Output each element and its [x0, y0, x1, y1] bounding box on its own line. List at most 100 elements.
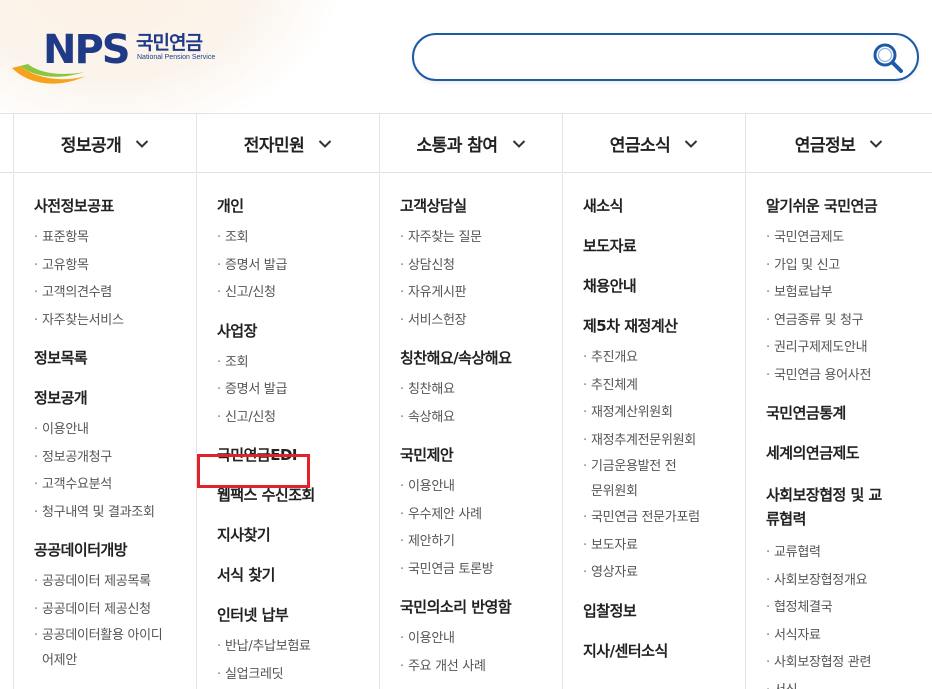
submenu-item[interactable]: 실업크레딧 [217, 661, 379, 689]
submenu-item[interactable]: 국민연금 전문가포럼 [583, 504, 745, 532]
submenu-item[interactable]: 우수제안 사례 [400, 501, 562, 529]
menu-group-title[interactable]: 사전정보공표 [34, 196, 196, 216]
menu-group-title[interactable]: 제5차 재정계산 [583, 316, 745, 336]
menu-group-title[interactable]: 서식 찾기 [217, 565, 379, 585]
menu-group-title[interactable]: 고객상담실 [400, 196, 562, 216]
submenu-item[interactable]: 국민연금 토론방 [400, 556, 562, 584]
submenu-item[interactable]: 추진체계 [583, 372, 745, 400]
submenu-item[interactable]: 연금종류 및 청구 [766, 307, 932, 335]
submenu-item[interactable]: 증명서 발급 [217, 376, 379, 404]
menu-group-title[interactable]: 칭찬해요/속상해요 [400, 348, 562, 368]
submenu-item[interactable]: 협정체결국 [766, 594, 932, 622]
site-header: NPS 국민연금 National Pension Service [0, 0, 932, 114]
submenu-item[interactable]: 사회보장협정개요 [766, 567, 932, 595]
submenu-item[interactable]: 공공데이터 제공목록 [34, 568, 196, 596]
menu-group-title[interactable]: 인터넷 납부 [217, 605, 379, 625]
submenu-item[interactable]: 이용안내 [400, 473, 562, 501]
menu-group-title[interactable]: 보도자료 [583, 236, 745, 256]
nav-item-pension-info[interactable]: 연금정보 [745, 114, 932, 173]
submenu-item[interactable]: 증명서 발급 [217, 252, 379, 280]
submenu-item[interactable]: 기금운용발전 전문위원회 [583, 454, 683, 504]
submenu-item[interactable]: 고객의견수렴 [34, 279, 196, 307]
submenu-item[interactable]: 사회보장협정 관련 [766, 649, 932, 677]
submenu-item[interactable]: 국민연금 용어사전 [766, 362, 932, 390]
menu-group-title[interactable]: 공공데이터개방 [34, 540, 196, 560]
submenu-list: 조회 증명서 발급 신고/신청 [217, 349, 379, 432]
menu-group-title[interactable]: 사업장 [217, 321, 379, 341]
submenu-item[interactable]: 반납/추납보험료 [217, 633, 379, 661]
submenu-item[interactable]: 자주찾는 질문 [400, 224, 562, 252]
chevron-down-icon [136, 139, 149, 148]
menu-group-title[interactable]: 알기쉬운 국민연금 [766, 196, 932, 216]
search-button[interactable] [871, 41, 905, 75]
submenu-item[interactable]: 이용안내 [400, 625, 562, 653]
submenu-item[interactable]: 속상해요 [400, 404, 562, 432]
submenu-item[interactable]: 국민연금제도 [766, 224, 932, 252]
menu-group-title[interactable]: 새소식 [583, 196, 745, 216]
submenu-item[interactable]: 보험료납부 [766, 279, 932, 307]
submenu-item[interactable]: 서식자료 [766, 622, 932, 650]
submenu-item[interactable]: 권리구제제도안내 [766, 334, 932, 362]
submenu-item[interactable]: 공공데이터활용 아이디어제안 [34, 623, 174, 673]
submenu-item[interactable]: 주요 개선 사례 [400, 653, 562, 681]
submenu-item-report-apply[interactable]: 신고/신청 [217, 279, 379, 307]
menu-group-title[interactable]: 웹팩스 수신조회 [217, 485, 379, 505]
submenu-item[interactable]: 재정추계전문위원회 [583, 427, 745, 455]
submenu-item[interactable]: 가입 및 신고 [766, 252, 932, 280]
menu-group-title[interactable]: 정보공개 [34, 388, 196, 408]
menu-group-title[interactable]: 국민제안 [400, 445, 562, 465]
submenu-item[interactable]: 서비스헌장 [400, 307, 562, 335]
submenu-item[interactable]: 정보공개청구 [34, 444, 196, 472]
menu-column-pension-info: 알기쉬운 국민연금 국민연금제도 가입 및 신고 보험료납부 연금종류 및 청구… [745, 174, 932, 689]
menu-group-title[interactable]: 국민의소리 반영함 [400, 597, 562, 617]
mega-menu: 사전정보공표 표준항목 고유항목 고객의견수렴 자주찾는서비스 정보목록 정보공… [0, 174, 932, 689]
submenu-item[interactable]: 청구내역 및 결과조회 [34, 499, 196, 527]
nav-item-pension-news[interactable]: 연금소식 [562, 114, 745, 173]
menu-group-title[interactable]: 세계의연금제도 [766, 443, 932, 463]
menu-group-title[interactable]: 채용안내 [583, 276, 745, 296]
submenu-item[interactable]: 서식 [766, 677, 932, 689]
menu-group-title[interactable]: 입찰정보 [583, 601, 745, 621]
submenu-item[interactable]: 영상자료 [583, 559, 745, 587]
submenu-item[interactable]: 교류협력 [766, 539, 932, 567]
submenu-item[interactable]: 재정계산위원회 [583, 399, 745, 427]
menu-group-title[interactable]: 사회보장협정 및 교류협력 [766, 483, 886, 531]
submenu-item[interactable]: 상담신청 [400, 252, 562, 280]
submenu-item[interactable]: 조회 [217, 224, 379, 252]
submenu-item[interactable]: 칭찬해요 [400, 376, 562, 404]
submenu-list: 공공데이터 제공목록 공공데이터 제공신청 공공데이터활용 아이디어제안 [34, 568, 196, 673]
nps-logo[interactable]: NPS 국민연금 National Pension Service [10, 30, 230, 90]
submenu-item[interactable]: 조회 [217, 349, 379, 377]
submenu-item[interactable]: 공공데이터 제공신청 [34, 596, 196, 624]
search-input[interactable] [432, 43, 862, 71]
main-navigation: 정보공개 전자민원 소통과 참여 연금소식 연금정보 [0, 114, 932, 173]
submenu-item[interactable]: 신고/신청 [217, 404, 379, 432]
submenu-item[interactable]: 제안하기 [400, 528, 562, 556]
submenu-item[interactable]: 이용안내 [34, 416, 196, 444]
menu-group-title[interactable]: 정보목록 [34, 348, 196, 368]
nav-item-communication[interactable]: 소통과 참여 [379, 114, 562, 173]
submenu-item[interactable]: 고객수요분석 [34, 471, 196, 499]
submenu-item[interactable]: 자유게시판 [400, 279, 562, 307]
menu-group-title[interactable]: 국민연금통계 [766, 403, 932, 423]
menu-group-title[interactable]: 지사찾기 [217, 525, 379, 545]
nav-item-info-disclosure[interactable]: 정보공개 [13, 114, 196, 173]
menu-group-title[interactable]: 개인 [217, 196, 379, 216]
submenu-item[interactable]: 자주찾는서비스 [34, 307, 196, 335]
submenu-item[interactable]: 표준항목 [34, 224, 196, 252]
menu-column-e-civil-service: 개인 조회 증명서 발급 신고/신청 사업장 조회 증명서 발급 신고/신청 국… [196, 174, 379, 689]
submenu-item[interactable]: 보도자료 [583, 532, 745, 560]
submenu-item[interactable]: 고유항목 [34, 252, 196, 280]
nav-item-e-civil-service[interactable]: 전자민원 [196, 114, 379, 173]
submenu-item[interactable]: 추진개요 [583, 344, 745, 372]
menu-group-title[interactable]: 지사/센터소식 [583, 641, 745, 661]
menu-group-title[interactable]: 국민연금EDI [217, 445, 379, 465]
